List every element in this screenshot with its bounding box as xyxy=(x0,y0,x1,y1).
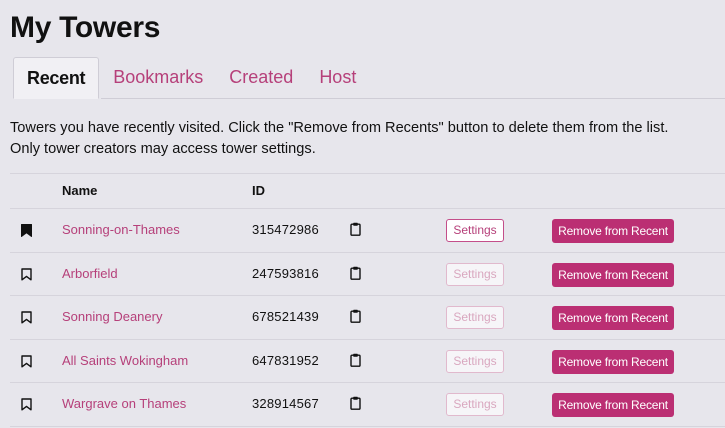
bookmark-icon[interactable] xyxy=(21,224,32,237)
remove-from-recent-button[interactable]: Remove from Recent xyxy=(552,306,674,330)
bookmark-icon[interactable] xyxy=(21,311,32,324)
settings-button[interactable]: Settings xyxy=(446,306,504,329)
tower-id: 328914567 xyxy=(252,396,319,411)
page-title: My Towers xyxy=(10,11,161,44)
tower-id: 247593816 xyxy=(252,265,319,281)
table-row: Sonning Deanery 678521439 Settings Remove f… xyxy=(10,296,725,340)
tab-recent[interactable]: Recent xyxy=(13,57,100,99)
tower-name-link[interactable]: Arborfield xyxy=(62,266,118,281)
tower-id: 647831952 xyxy=(252,352,319,368)
column-header-name: Name xyxy=(62,183,98,198)
tab-created[interactable]: Created xyxy=(215,57,305,99)
clipboard-icon[interactable] xyxy=(350,396,361,410)
settings-button[interactable]: Settings xyxy=(446,349,504,373)
table-header: Name ID xyxy=(10,173,725,209)
towers-table: Name ID Sonning-on-Thames 315472986 Settin… xyxy=(10,173,725,427)
remove-from-recent-button[interactable]: Remove from Recent xyxy=(552,349,674,374)
column-header-id: ID xyxy=(252,183,265,198)
table-row: All Saints Wokingham 647831952 Settings Rem… xyxy=(10,340,725,383)
bookmark-icon[interactable] xyxy=(21,354,32,368)
clipboard-icon[interactable] xyxy=(350,353,361,367)
intro-text: Towers you have recently visited. Click … xyxy=(10,118,722,160)
bookmark-icon[interactable] xyxy=(21,398,32,411)
tab-bookmarks[interactable]: Bookmarks xyxy=(99,57,215,99)
tower-name-link[interactable]: Wargrave on Thames xyxy=(62,396,186,411)
remove-from-recent-button[interactable]: Remove from Recent xyxy=(552,219,674,243)
table-row: Wargrave on Thames 328914567 Settings Remov… xyxy=(10,383,725,427)
bookmark-icon[interactable] xyxy=(21,267,32,281)
tower-name-link[interactable]: Sonning Deanery xyxy=(62,309,162,324)
tower-id: 678521439 xyxy=(252,309,319,324)
my-towers-page: My Towers Recent Bookmarks Created Host … xyxy=(0,0,725,428)
table-row: Arborfield 247593816 Settings Remove from R… xyxy=(10,253,725,296)
clipboard-icon[interactable] xyxy=(350,266,361,280)
tower-name-link[interactable]: All Saints Wokingham xyxy=(62,353,188,368)
tower-name-link[interactable]: Sonning-on-Thames xyxy=(62,222,180,237)
tabs-divider xyxy=(101,98,725,99)
remove-from-recent-button[interactable]: Remove from Recent xyxy=(552,262,674,287)
settings-button[interactable]: Settings xyxy=(446,393,504,416)
intro-line-2: Only tower creators may access tower set… xyxy=(10,141,316,157)
table-body: Sonning-on-Thames 315472986 Settings Remove… xyxy=(10,209,725,427)
settings-button[interactable]: Settings xyxy=(446,219,504,242)
clipboard-icon[interactable] xyxy=(350,309,361,323)
tab-host[interactable]: Host xyxy=(305,57,368,99)
clipboard-icon[interactable] xyxy=(350,222,361,236)
remove-from-recent-button[interactable]: Remove from Recent xyxy=(552,393,674,417)
settings-button[interactable]: Settings xyxy=(446,262,504,286)
tower-id: 315472986 xyxy=(252,222,319,237)
tower-tabs: Recent Bookmarks Created Host xyxy=(13,57,368,99)
intro-line-1: Towers you have recently visited. Click … xyxy=(10,120,669,136)
table-row: Sonning-on-Thames 315472986 Settings Remove… xyxy=(10,209,725,253)
